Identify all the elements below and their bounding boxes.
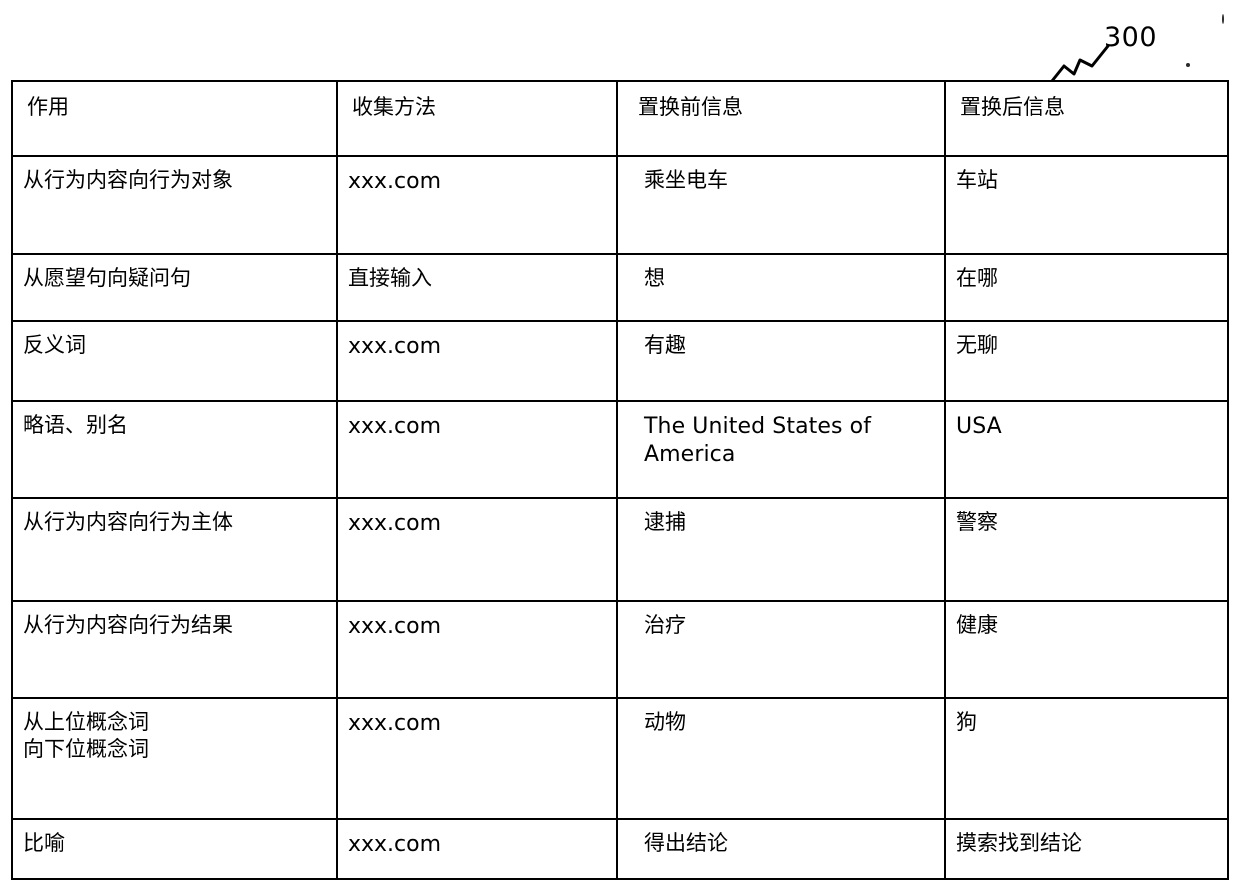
table-header-row: 作用 收集方法 置换前信息 置换后信息 [11, 80, 1229, 157]
cell-after: 在哪 [944, 253, 1229, 322]
cell-after-text: USA [956, 414, 1002, 439]
cell-after: 车站 [944, 155, 1229, 255]
cell-before: 治疗 [616, 600, 946, 699]
column-header-before: 置换前信息 [616, 80, 946, 157]
cell-method: xxx.com [336, 497, 618, 602]
cell-before: 动物 [616, 697, 946, 820]
cell-method-text: xxx.com [348, 711, 442, 736]
column-header-method-label: 收集方法 [352, 95, 436, 119]
cell-before-text: 乘坐电车 [644, 168, 728, 192]
cell-after-text: 车站 [956, 168, 998, 192]
cell-role: 从行为内容向行为对象 [11, 155, 338, 255]
replacement-rules-table: 作用 收集方法 置换前信息 置换后信息 从行为内容向行为对象 xxx.com 乘… [11, 80, 1229, 880]
table-row: 比喻 xxx.com 得出结论 摸索找到结论 [11, 818, 1229, 880]
cell-after: 健康 [944, 600, 1229, 699]
cell-role-text: 从愿望句向疑问句 [23, 266, 191, 290]
cell-after: USA [944, 400, 1229, 499]
cell-after-text: 健康 [956, 613, 998, 637]
cell-before: The United States of America [616, 400, 946, 499]
cell-role: 比喻 [11, 818, 338, 880]
column-header-after-label: 置换后信息 [960, 95, 1065, 119]
cell-role: 反义词 [11, 320, 338, 402]
cell-method-text: xxx.com [348, 614, 442, 639]
cell-role-text: 略语、别名 [23, 413, 128, 437]
cell-before-text: 有趣 [644, 333, 686, 357]
scan-speck [1186, 63, 1190, 67]
table-row: 略语、别名 xxx.com The United States of Ameri… [11, 400, 1229, 499]
cell-method-text: xxx.com [348, 414, 442, 439]
cell-before-text: 动物 [644, 710, 686, 734]
cell-after: 狗 [944, 697, 1229, 820]
cell-role: 从愿望句向疑问句 [11, 253, 338, 322]
table-row: 从行为内容向行为结果 xxx.com 治疗 健康 [11, 600, 1229, 699]
cell-method-text: xxx.com [348, 832, 442, 857]
column-header-role-label: 作用 [27, 95, 69, 119]
cell-method: xxx.com [336, 400, 618, 499]
cell-role: 略语、别名 [11, 400, 338, 499]
cell-method: xxx.com [336, 320, 618, 402]
table-row: 反义词 xxx.com 有趣 无聊 [11, 320, 1229, 402]
column-header-method: 收集方法 [336, 80, 618, 157]
cell-method: 直接输入 [336, 253, 618, 322]
cell-after-text: 无聊 [956, 333, 998, 357]
cell-method: xxx.com [336, 155, 618, 255]
cell-before: 有趣 [616, 320, 946, 402]
cell-role-text: 从行为内容向行为对象 [23, 168, 233, 192]
scan-speck [1222, 14, 1224, 24]
cell-method-text: 直接输入 [348, 266, 432, 290]
table-row: 从行为内容向行为对象 xxx.com 乘坐电车 车站 [11, 155, 1229, 255]
cell-role: 从行为内容向行为主体 [11, 497, 338, 602]
table-row: 从行为内容向行为主体 xxx.com 逮捕 警察 [11, 497, 1229, 602]
cell-after-text: 警察 [956, 510, 998, 534]
cell-method-text: xxx.com [348, 511, 442, 536]
cell-method-text: xxx.com [348, 334, 442, 359]
figure-reference-number: 300 [1104, 22, 1158, 53]
cell-role-text: 从行为内容向行为结果 [23, 613, 233, 637]
cell-role-text: 从行为内容向行为主体 [23, 510, 233, 534]
cell-role-text: 从上位概念词 向下位概念词 [23, 710, 149, 761]
cell-after-text: 狗 [956, 710, 977, 734]
cell-before: 得出结论 [616, 818, 946, 880]
cell-after-text: 在哪 [956, 266, 998, 290]
cell-before: 乘坐电车 [616, 155, 946, 255]
table-row: 从上位概念词 向下位概念词 xxx.com 动物 狗 [11, 697, 1229, 820]
figure-page: 300 作用 收集方法 置换前信息 置换后信息 从行为内容向行为对象 xxx.c… [0, 0, 1240, 894]
cell-role-text: 反义词 [23, 333, 86, 357]
column-header-before-label: 置换前信息 [638, 95, 743, 119]
cell-method-text: xxx.com [348, 169, 442, 194]
cell-before-text: 想 [644, 266, 665, 290]
cell-role-text: 比喻 [23, 831, 65, 855]
column-header-role: 作用 [11, 80, 338, 157]
cell-before-text: 治疗 [644, 613, 686, 637]
cell-before: 逮捕 [616, 497, 946, 602]
cell-before: 想 [616, 253, 946, 322]
cell-before-text: 逮捕 [644, 510, 686, 534]
cell-role: 从行为内容向行为结果 [11, 600, 338, 699]
cell-after-text: 摸索找到结论 [956, 831, 1082, 855]
cell-method: xxx.com [336, 600, 618, 699]
cell-before-text: The United States of America [644, 414, 872, 468]
column-header-after: 置换后信息 [944, 80, 1229, 157]
cell-before-text: 得出结论 [644, 831, 728, 855]
cell-role: 从上位概念词 向下位概念词 [11, 697, 338, 820]
table-row: 从愿望句向疑问句 直接输入 想 在哪 [11, 253, 1229, 322]
cell-method: xxx.com [336, 697, 618, 820]
cell-after: 无聊 [944, 320, 1229, 402]
cell-after: 警察 [944, 497, 1229, 602]
cell-method: xxx.com [336, 818, 618, 880]
cell-after: 摸索找到结论 [944, 818, 1229, 880]
